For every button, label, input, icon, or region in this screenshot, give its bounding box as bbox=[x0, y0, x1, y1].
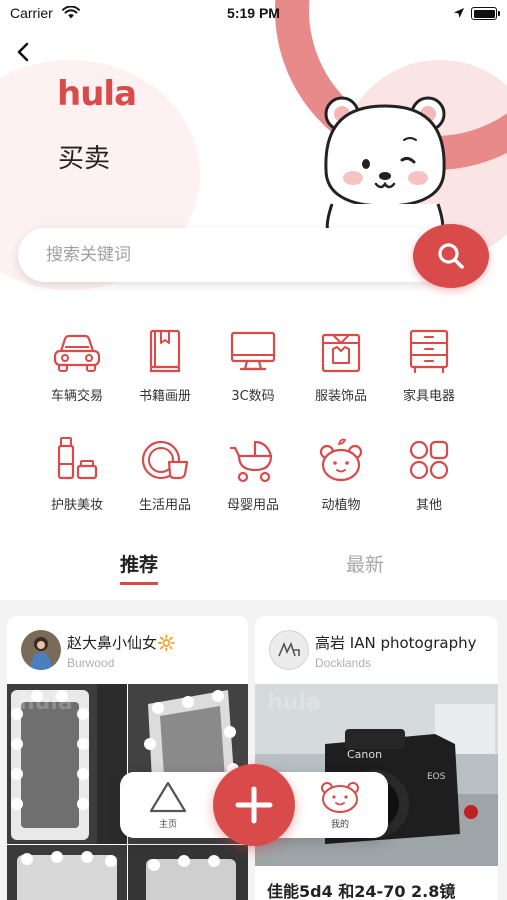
bear-mascot-icon bbox=[324, 96, 446, 232]
feed: 赵大鼻小仙女🔆 Burwood hula 高岩 IAN photography … bbox=[0, 600, 507, 900]
category-other[interactable]: 其他 bbox=[385, 434, 473, 513]
nav-home[interactable]: 主页 bbox=[140, 780, 196, 830]
feed-card[interactable]: 赵大鼻小仙女🔆 Burwood hula bbox=[7, 616, 248, 900]
book-icon bbox=[149, 329, 181, 373]
product-photo bbox=[7, 845, 127, 900]
category-books[interactable]: 书籍画册 bbox=[121, 325, 209, 404]
avatar bbox=[21, 630, 61, 670]
avatar bbox=[269, 630, 309, 670]
watermark: hula bbox=[19, 690, 73, 715]
cabinet-icon bbox=[409, 329, 449, 374]
triangle-home-icon bbox=[149, 781, 187, 813]
category-label: 其他 bbox=[415, 498, 442, 513]
search-button[interactable] bbox=[413, 224, 489, 288]
clothing-box-icon bbox=[321, 333, 361, 373]
category-label: 3C数码 bbox=[231, 389, 275, 404]
category-label: 生活用品 bbox=[138, 498, 191, 513]
clock: 5:19 PM bbox=[227, 5, 280, 21]
category-baby[interactable]: 母婴用品 bbox=[209, 434, 297, 513]
search-bar bbox=[18, 224, 489, 288]
product-photo bbox=[128, 845, 248, 900]
username: 高岩 IAN photography bbox=[315, 634, 477, 652]
feed-tabs: 推荐 最新 bbox=[0, 550, 507, 590]
add-post-button[interactable] bbox=[213, 764, 295, 846]
category-label: 车辆交易 bbox=[50, 389, 103, 404]
category-pets-plants[interactable]: 动植物 bbox=[297, 434, 385, 513]
category-grid: 车辆交易 书籍画册 3C数码 服装饰品 家具电器 护肤美妆 生活用品 母婴用品 … bbox=[33, 325, 473, 513]
plus-icon bbox=[235, 786, 273, 824]
product-title: 佳能5d4 和24-70 2.8镜 bbox=[267, 882, 456, 900]
location-arrow-icon bbox=[454, 8, 464, 18]
category-cosmetics[interactable]: 护肤美妆 bbox=[33, 434, 121, 513]
category-label: 护肤美妆 bbox=[50, 498, 103, 513]
search-icon bbox=[438, 243, 464, 269]
hula-logo: hula bbox=[57, 74, 137, 114]
monitor-icon bbox=[230, 331, 276, 371]
tab-recommended[interactable]: 推荐 bbox=[120, 550, 159, 585]
car-icon bbox=[53, 334, 101, 372]
category-label: 服装饰品 bbox=[314, 389, 367, 404]
category-electronics[interactable]: 3C数码 bbox=[209, 325, 297, 404]
stroller-icon bbox=[229, 440, 273, 483]
back-arrow-icon[interactable] bbox=[12, 40, 36, 64]
svg-text:Canon: Canon bbox=[347, 748, 382, 761]
grid-icon bbox=[409, 440, 449, 480]
category-label: 书籍画册 bbox=[138, 389, 191, 404]
feed-card[interactable]: 高岩 IAN photography Docklands Canon EOS h… bbox=[255, 616, 498, 900]
battery-icon bbox=[471, 7, 500, 20]
tab-latest[interactable]: 最新 bbox=[346, 550, 384, 577]
cosmetics-icon bbox=[57, 437, 98, 480]
bear-face-icon bbox=[319, 438, 363, 482]
bear-profile-icon bbox=[321, 782, 359, 813]
dishes-icon bbox=[141, 440, 189, 480]
product-photo: hula bbox=[7, 684, 127, 844]
category-label: 动植物 bbox=[321, 498, 361, 513]
user-location: Burwood bbox=[67, 656, 115, 670]
nav-home-label: 主页 bbox=[158, 820, 177, 830]
svg-text:EOS: EOS bbox=[427, 772, 446, 782]
nav-mine[interactable]: 我的 bbox=[312, 780, 368, 830]
search-input[interactable] bbox=[18, 228, 448, 282]
nav-mine-label: 我的 bbox=[330, 820, 349, 830]
category-label: 家具电器 bbox=[402, 389, 455, 404]
category-household[interactable]: 生活用品 bbox=[121, 434, 209, 513]
watermark: hula bbox=[267, 690, 321, 715]
category-label: 母婴用品 bbox=[226, 498, 279, 513]
category-clothing[interactable]: 服装饰品 bbox=[297, 325, 385, 404]
category-furniture[interactable]: 家具电器 bbox=[385, 325, 473, 404]
user-location: Docklands bbox=[315, 656, 372, 670]
username: 赵大鼻小仙女🔆 bbox=[67, 634, 176, 652]
category-vehicles[interactable]: 车辆交易 bbox=[33, 325, 121, 404]
status-bar: Carrier 5:19 PM bbox=[0, 0, 507, 28]
page-title: 买卖 bbox=[58, 144, 111, 174]
